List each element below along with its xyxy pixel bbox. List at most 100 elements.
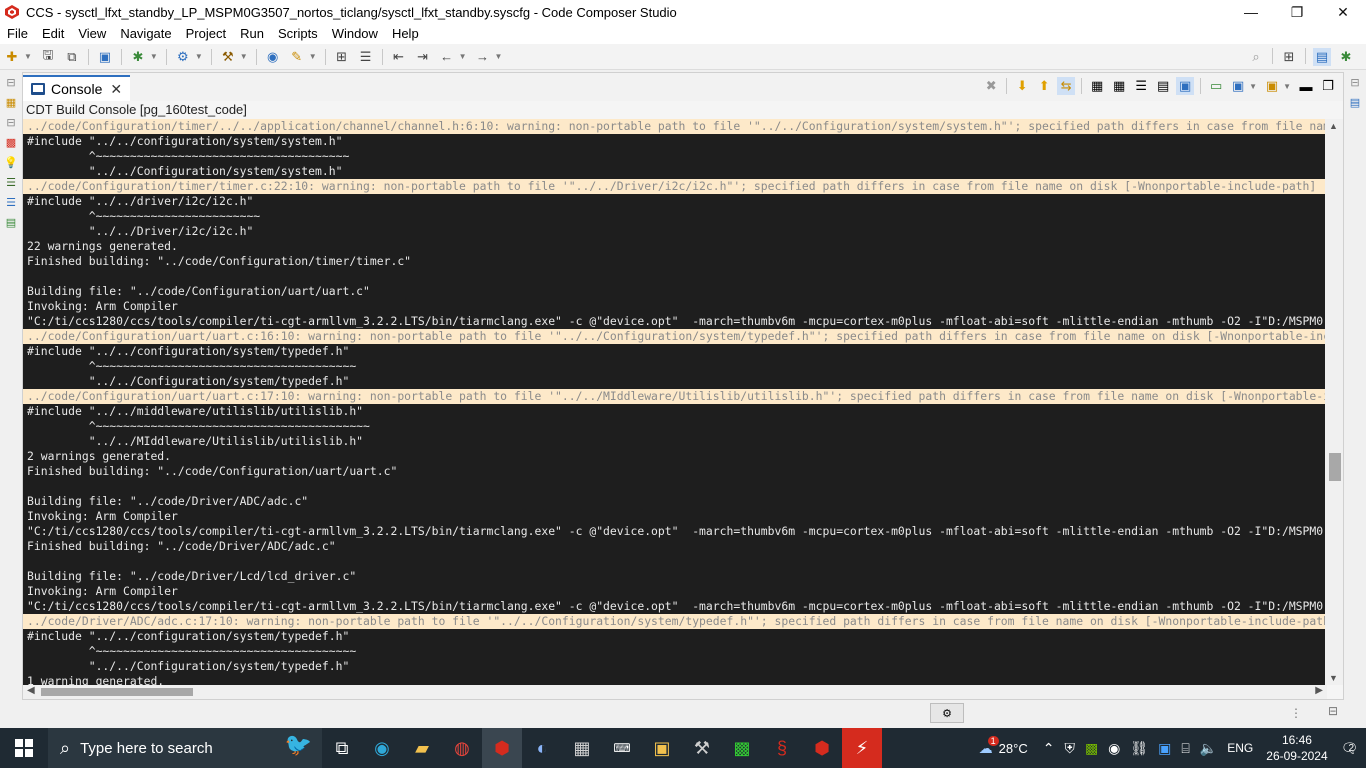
open-task-icon[interactable]: ☰ — [357, 48, 375, 66]
taskbar-search-box[interactable]: ⌕ Type here to search 🐦 — [48, 728, 322, 768]
language-indicator[interactable]: ENG — [1227, 741, 1253, 755]
vertical-scrollbar[interactable]: ▲ ▼ — [1325, 119, 1343, 685]
open-console-dropdown-icon[interactable]: ▼ — [1283, 82, 1291, 91]
menu-help[interactable]: Help — [385, 24, 426, 44]
open-type-icon[interactable]: ⊞ — [333, 48, 351, 66]
minimized-view-icon[interactable]: ⊟ — [3, 74, 19, 90]
back-arrow-icon[interactable]: ← — [438, 48, 456, 66]
outline-right-icon[interactable]: ▤ — [1347, 94, 1363, 110]
vpn-icon[interactable]: ⛓ — [1130, 740, 1148, 757]
vertical-scroll-thumb[interactable] — [1329, 453, 1341, 481]
minimize-view-icon[interactable]: ▬ — [1297, 77, 1315, 95]
menu-project[interactable]: Project — [179, 24, 233, 44]
back-dropdown-icon[interactable]: ▼ — [459, 52, 467, 61]
t-app-icon[interactable]: ▣ — [642, 728, 682, 768]
project-explorer-icon[interactable]: ▦ — [3, 94, 19, 110]
scroll-up-icon[interactable]: ▲ — [1329, 121, 1338, 131]
save-all-icon[interactable]: ⧉ — [63, 48, 81, 66]
forward-dropdown-icon[interactable]: ▼ — [495, 52, 503, 61]
build-hammer-icon[interactable]: ⚒ — [219, 48, 237, 66]
weather-temperature[interactable]: 28°C — [999, 741, 1028, 756]
term-app-icon[interactable]: ⌨ — [602, 728, 642, 768]
fet-app-icon[interactable]: ▩ — [722, 728, 762, 768]
open-perspective-icon[interactable]: ⊞ — [1280, 48, 1298, 66]
menu-file[interactable]: File — [0, 24, 35, 44]
tools-app-icon[interactable]: ⚒ — [682, 728, 722, 768]
display-icon[interactable]: ▣ — [1158, 740, 1171, 757]
debug-icon[interactable]: ✱ — [129, 48, 147, 66]
menu-run[interactable]: Run — [233, 24, 271, 44]
ccs-debug-perspective-icon[interactable]: ✱ — [1337, 48, 1355, 66]
menu-edit[interactable]: Edit — [35, 24, 71, 44]
horizontal-scroll-thumb[interactable] — [41, 688, 193, 696]
new-icon[interactable]: ✚ — [3, 48, 21, 66]
terminal-icon[interactable]: ▣ — [96, 48, 114, 66]
debug-dropdown-icon[interactable]: ▼ — [150, 52, 158, 61]
save-icon[interactable]: 🖫 — [39, 47, 57, 66]
app-globe-icon[interactable]: ◐ — [522, 728, 562, 768]
start-button[interactable] — [0, 728, 48, 768]
clear-console-icon[interactable]: ▦ — [1110, 77, 1128, 95]
new-dropdown-icon[interactable]: ▼ — [24, 52, 32, 61]
word-wrap-icon[interactable]: ▤ — [1154, 77, 1172, 95]
restore-button[interactable]: ❐ — [1274, 0, 1320, 24]
outline-icon[interactable]: ⊟ — [3, 114, 19, 130]
edge-browser-icon[interactable]: ◉ — [362, 728, 402, 768]
previous-error-icon[interactable]: ⬆ — [1035, 77, 1053, 95]
copy-build-log-icon[interactable]: ▦ — [1088, 77, 1106, 95]
flash-dropdown-icon[interactable]: ▼ — [195, 52, 203, 61]
scroll-left-icon[interactable]: ◀ — [27, 685, 35, 696]
show-hidden-icons-icon[interactable]: ⌃ — [1043, 740, 1055, 757]
flash-icon[interactable]: ⚙ — [174, 48, 192, 66]
resource-explorer-icon[interactable]: ◉ — [264, 48, 282, 66]
status-minimize-icon[interactable]: ⊟ — [1328, 704, 1338, 718]
display-console-dropdown-icon[interactable]: ▼ — [1249, 82, 1257, 91]
next-annotation-icon[interactable]: ⇥ — [414, 48, 432, 66]
ccs-edit-perspective-icon[interactable]: ▤ — [1313, 48, 1331, 66]
next-error-icon[interactable]: ⬇ — [1013, 77, 1031, 95]
console-output[interactable]: ../code/Configuration/timer/../../applic… — [23, 119, 1327, 685]
file-explorer-icon[interactable]: ▰ — [402, 728, 442, 768]
chrome-icon[interactable]: ◍ — [442, 728, 482, 768]
bluetooth-icon[interactable]: ◉ — [1108, 740, 1120, 757]
status-menu-icon[interactable]: ⋮ — [1290, 706, 1302, 720]
task-list-icon[interactable]: ☰ — [3, 174, 19, 190]
search-icon[interactable]: ⌕ — [1247, 48, 1265, 66]
open-console-icon[interactable]: ▣ — [1263, 77, 1281, 95]
build-dropdown-icon[interactable]: ▼ — [240, 52, 248, 61]
display-console-icon[interactable]: ▣ — [1229, 77, 1247, 95]
close-icon[interactable]: ✕ — [110, 81, 122, 98]
prev-annotation-icon[interactable]: ⇤ — [390, 48, 408, 66]
ccs-taskbar-icon[interactable]: ⬢ — [482, 728, 522, 768]
target-status-icon[interactable]: ⚙ — [930, 703, 964, 723]
calculator-icon[interactable]: ▦ — [562, 728, 602, 768]
s-app-icon[interactable]: § — [762, 728, 802, 768]
task-view-icon[interactable]: ⧉ — [322, 728, 362, 768]
flash-app-icon[interactable]: ⚡ — [842, 728, 882, 768]
tab-console[interactable]: Console ✕ — [23, 75, 131, 101]
menu-view[interactable]: View — [71, 24, 113, 44]
ccs-alt-icon[interactable]: ⬢ — [802, 728, 842, 768]
maximize-view-icon[interactable]: ❐ — [1319, 77, 1337, 95]
progress-icon[interactable]: ▤ — [3, 214, 19, 230]
lightbulb-icon[interactable]: 💡 — [3, 154, 19, 170]
volume-icon[interactable]: 🔈 — [1200, 740, 1217, 757]
menu-scripts[interactable]: Scripts — [271, 24, 325, 44]
minimized-right-icon[interactable]: ⊟ — [1347, 74, 1363, 90]
link-errors-icon[interactable]: ⇆ — [1057, 77, 1076, 95]
taskbar-clock[interactable]: 16:46 26-09-2024 — [1266, 732, 1327, 764]
nvidia-icon[interactable]: ▩ — [1085, 740, 1098, 757]
horizontal-scrollbar[interactable]: ◀ ▶ — [23, 685, 1327, 699]
security-shield-icon[interactable]: ⛨ — [1064, 740, 1075, 757]
external-tools-dropdown-icon[interactable]: ▼ — [309, 52, 317, 61]
scroll-down-icon[interactable]: ▼ — [1329, 673, 1338, 683]
terminate-icon[interactable]: ✖ — [982, 77, 1000, 95]
problems-icon[interactable]: ▩ — [3, 134, 19, 150]
scroll-lock-icon[interactable]: ☰ — [1132, 77, 1150, 95]
close-window-button[interactable]: ✕ — [1320, 0, 1366, 24]
external-tools-icon[interactable]: ✎ — [288, 48, 306, 66]
forward-arrow-icon[interactable]: → — [474, 48, 492, 66]
scroll-right-icon[interactable]: ▶ — [1315, 685, 1323, 696]
show-console-icon[interactable]: ▣ — [1176, 77, 1195, 95]
network-icon[interactable]: ⌸ — [1181, 740, 1189, 757]
